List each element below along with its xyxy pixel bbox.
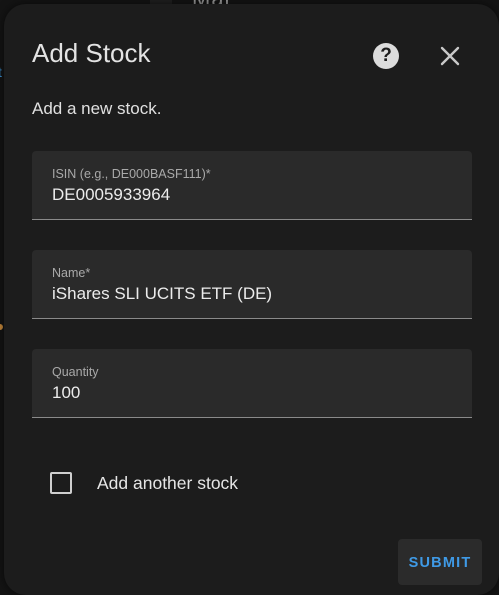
- name-label: Name*: [52, 266, 91, 280]
- isin-label: ISIN (e.g., DE000BASF111)*: [52, 167, 211, 181]
- quantity-input[interactable]: [52, 383, 452, 403]
- add-stock-dialog: Add Stock ? Add a new stock. ISIN (e.g.,…: [4, 4, 499, 595]
- name-input[interactable]: [52, 284, 452, 304]
- background-indicator: [0, 324, 3, 330]
- quantity-label: Quantity: [52, 365, 99, 379]
- isin-input[interactable]: [52, 185, 452, 205]
- dialog-title: Add Stock: [32, 38, 151, 68]
- isin-field[interactable]: ISIN (e.g., DE000BASF111)*: [32, 151, 472, 220]
- close-icon[interactable]: [438, 44, 462, 68]
- submit-button[interactable]: SUBMIT: [398, 539, 482, 585]
- dialog-subtitle: Add a new stock.: [32, 99, 162, 118]
- add-another-stock-label: Add another stock: [97, 473, 239, 493]
- background-link: t: [0, 64, 2, 80]
- name-field[interactable]: Name*: [32, 250, 472, 319]
- help-icon[interactable]: ?: [373, 43, 399, 69]
- quantity-field[interactable]: Quantity: [32, 349, 472, 418]
- add-another-stock-checkbox[interactable]: [50, 472, 72, 494]
